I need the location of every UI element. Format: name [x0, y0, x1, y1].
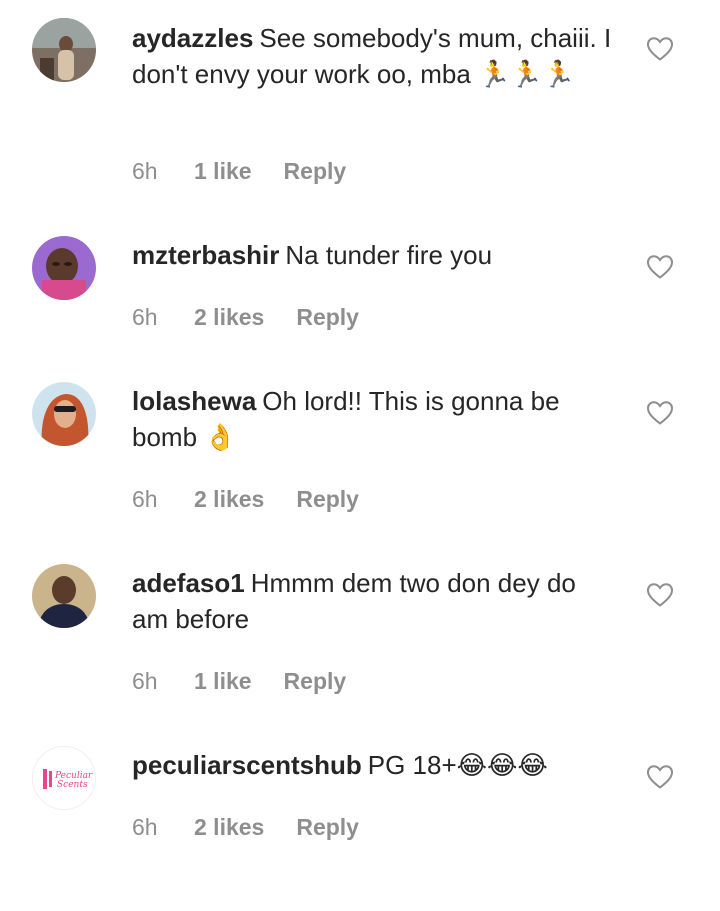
comment-time: 6h — [132, 486, 158, 512]
comment-likes[interactable]: 1 like — [194, 158, 252, 185]
reply-button[interactable]: Reply — [284, 668, 347, 695]
like-button[interactable] — [646, 764, 674, 790]
comment-meta: 6h 2 likes Reply — [132, 486, 359, 513]
comment-username[interactable]: adefaso1 — [132, 568, 245, 598]
comment-time: 6h — [132, 158, 158, 184]
comment-username[interactable]: aydazzles — [132, 23, 253, 53]
like-button[interactable] — [646, 254, 674, 280]
comment-text: adefaso1 Hmmm dem two don dey do am befor… — [132, 565, 612, 637]
reply-button[interactable]: Reply — [296, 486, 359, 513]
comment-time: 6h — [132, 304, 158, 330]
comment-body: PG 18+😂😂😂 — [367, 750, 548, 780]
heart-outline-icon — [646, 255, 674, 279]
avatar-image — [32, 18, 96, 82]
avatar[interactable] — [32, 564, 96, 628]
comment-username[interactable]: peculiarscentshub — [132, 750, 362, 780]
reply-button[interactable]: Reply — [296, 814, 359, 841]
heart-outline-icon — [646, 401, 674, 425]
avatar[interactable] — [32, 382, 96, 446]
like-button[interactable] — [646, 36, 674, 62]
heart-outline-icon — [646, 37, 674, 61]
avatar[interactable]: Peculiar Scents — [32, 746, 96, 810]
comment-text: lolashewa Oh lord!! This is gonna be bomb… — [132, 383, 612, 455]
comment-text: peculiarscentshub PG 18+😂😂😂 — [132, 747, 612, 783]
comment-time: 6h — [132, 668, 158, 694]
avatar[interactable] — [32, 236, 96, 300]
comment-meta: 6h 1 like Reply — [132, 158, 346, 185]
reply-button[interactable]: Reply — [296, 304, 359, 331]
peculiar-scents-logo: Peculiar Scents — [33, 747, 95, 809]
comment-meta: 6h 2 likes Reply — [132, 304, 359, 331]
comment-text: mzterbashir Na tunder fire you — [132, 237, 612, 273]
avatar-image — [32, 382, 96, 446]
comment-likes[interactable]: 1 like — [194, 668, 252, 695]
comment-time: 6h — [132, 814, 158, 840]
like-button[interactable] — [646, 400, 674, 426]
comment-likes[interactable]: 2 likes — [194, 814, 264, 841]
like-button[interactable] — [646, 582, 674, 608]
heart-outline-icon — [646, 583, 674, 607]
comment-username[interactable]: mzterbashir — [132, 240, 279, 270]
comment-text: aydazzles See somebody's mum, chaiii. I d… — [132, 20, 612, 92]
comment-body: Na tunder fire you — [285, 240, 493, 270]
svg-text:Scents: Scents — [57, 780, 88, 790]
comment-meta: 6h 1 like Reply — [132, 668, 346, 695]
comment-likes[interactable]: 2 likes — [194, 304, 264, 331]
heart-outline-icon — [646, 765, 674, 789]
comment-likes[interactable]: 2 likes — [194, 486, 264, 513]
reply-button[interactable]: Reply — [284, 158, 347, 185]
comment-meta: 6h 2 likes Reply — [132, 814, 359, 841]
avatar-image — [32, 564, 96, 628]
avatar[interactable] — [32, 18, 96, 82]
avatar-image — [32, 236, 96, 300]
comment-username[interactable]: lolashewa — [132, 386, 256, 416]
